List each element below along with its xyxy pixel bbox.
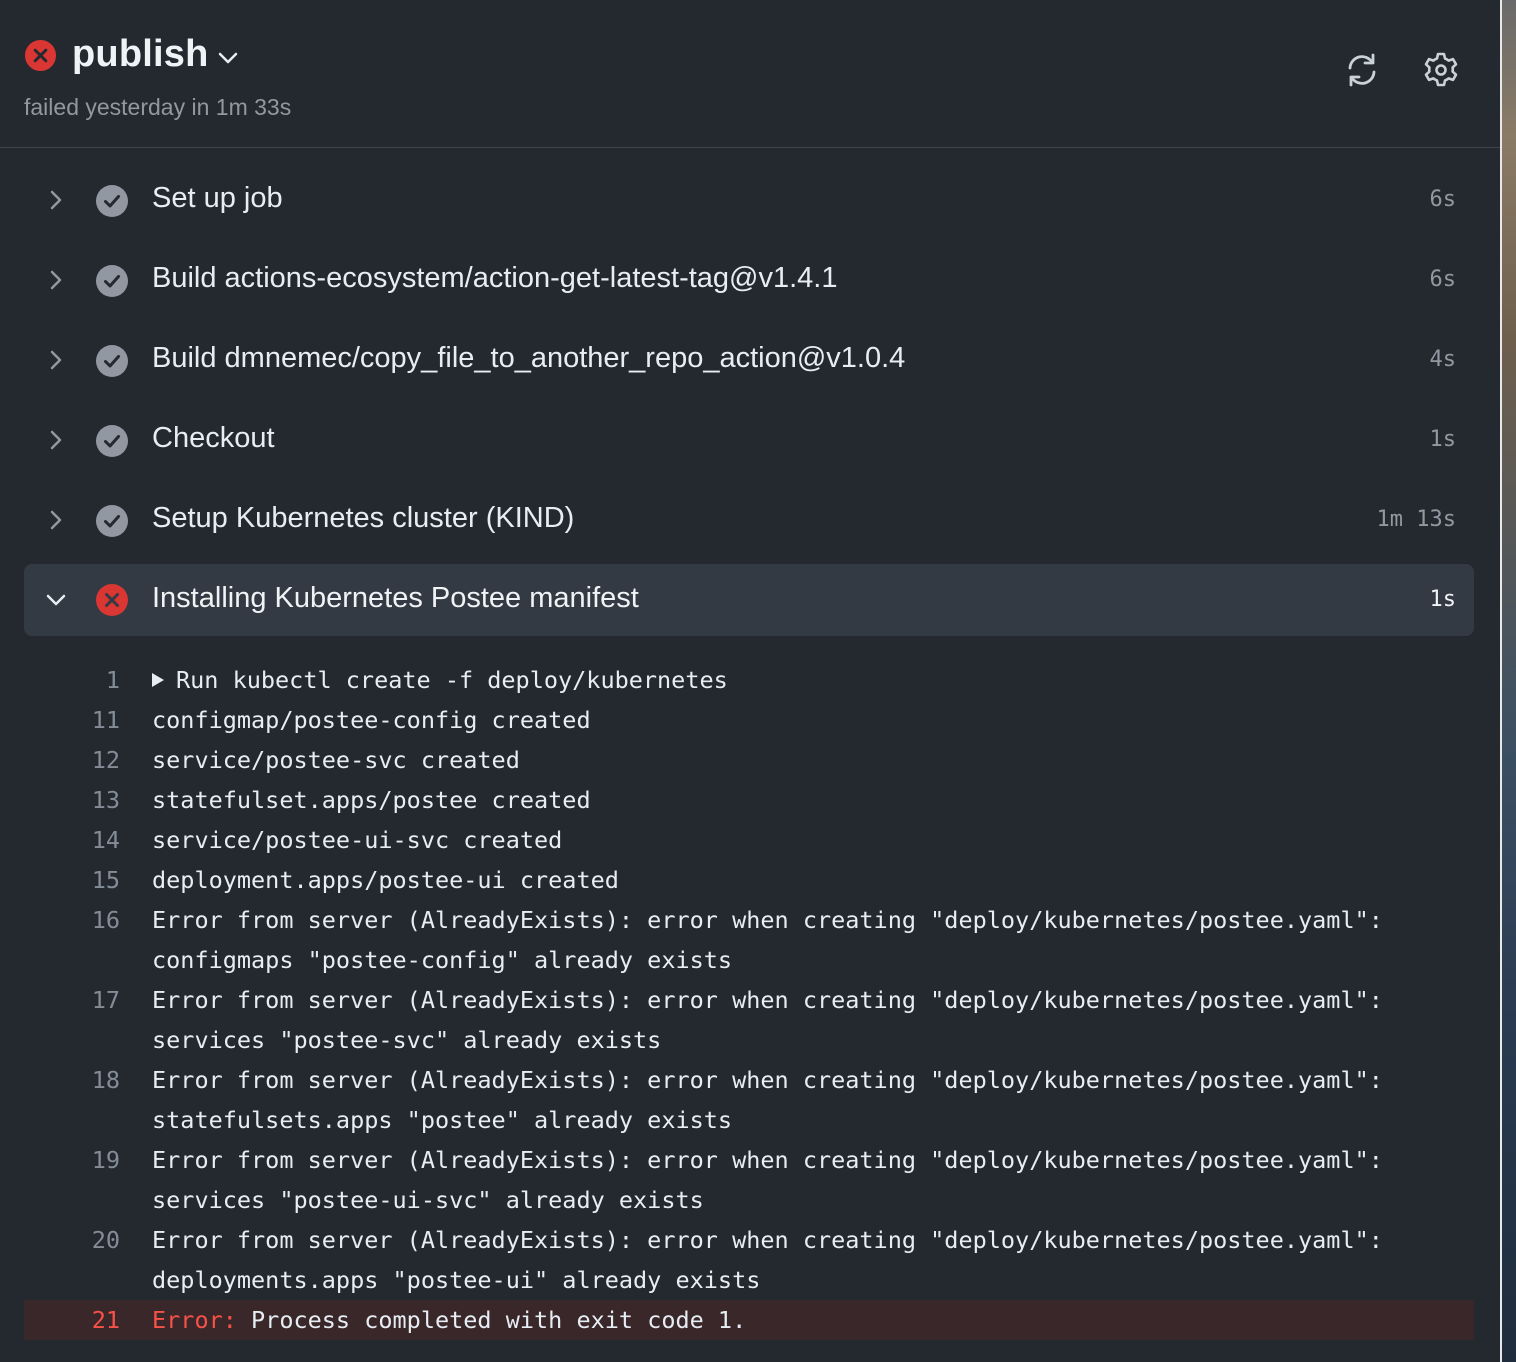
line-number[interactable]: 13 — [24, 780, 120, 820]
line-number[interactable]: 19 — [24, 1140, 120, 1220]
line-number[interactable]: 11 — [24, 700, 120, 740]
log-line-error: 21 Error: Process completed with exit co… — [24, 1300, 1474, 1340]
log-line: 12 service/postee-svc created — [24, 740, 1474, 780]
failed-status-icon — [96, 584, 128, 616]
step-name: Build actions-ecosystem/action-get-lates… — [152, 262, 838, 294]
log-text: service/postee-ui-svc created — [152, 826, 563, 854]
log-line: 14 service/postee-ui-svc created — [24, 820, 1474, 860]
step-name: Set up job — [152, 182, 283, 214]
step-duration: 1m 13s — [1376, 507, 1456, 532]
error-message: Process completed with exit code 1. — [236, 1306, 747, 1334]
log-output: 1 Run kubectl create -f deploy/kubernete… — [24, 660, 1474, 1340]
log-line: 13 statefulset.apps/postee created — [24, 780, 1474, 820]
chevron-down-icon[interactable] — [216, 46, 240, 70]
step-name: Checkout — [152, 422, 275, 454]
line-number[interactable]: 12 — [24, 740, 120, 780]
line-number[interactable]: 15 — [24, 860, 120, 900]
log-text: Error from server (AlreadyExists): error… — [152, 1146, 1383, 1214]
log-text: configmap/postee-config created — [152, 706, 591, 734]
log-text: statefulset.apps/postee created — [152, 786, 591, 814]
step-row-expanded[interactable]: Installing Kubernetes Postee manifest 1s — [24, 564, 1474, 636]
expand-triangle-icon[interactable] — [152, 672, 164, 687]
step-duration: 1s — [1429, 587, 1457, 612]
log-text: Error from server (AlreadyExists): error… — [152, 1066, 1383, 1134]
chevron-down-icon[interactable] — [44, 588, 68, 612]
step-duration: 6s — [1429, 187, 1457, 212]
step-row[interactable]: Checkout 1s — [24, 400, 1474, 480]
step-row[interactable]: Build dmnemec/copy_file_to_another_repo_… — [24, 320, 1474, 400]
refresh-button[interactable] — [1342, 50, 1382, 90]
job-status-text: failed yesterday in 1m 33s — [24, 94, 292, 120]
log-line: 20 Error from server (AlreadyExists): er… — [24, 1220, 1474, 1300]
steps-list: Set up job 6s Build actions-ecosystem/ac… — [24, 160, 1474, 636]
chevron-right-icon[interactable] — [44, 508, 68, 532]
error-label: Error: — [152, 1306, 237, 1334]
log-line: 17 Error from server (AlreadyExists): er… — [24, 980, 1474, 1060]
step-name: Build dmnemec/copy_file_to_another_repo_… — [152, 342, 906, 374]
step-duration: 4s — [1429, 347, 1457, 372]
line-number[interactable]: 18 — [24, 1060, 120, 1140]
settings-button[interactable] — [1421, 50, 1461, 90]
log-text: Error from server (AlreadyExists): error… — [152, 906, 1383, 974]
job-title[interactable]: publish — [72, 33, 209, 76]
log-line[interactable]: 1 Run kubectl create -f deploy/kubernete… — [24, 660, 1474, 700]
chevron-right-icon[interactable] — [44, 268, 68, 292]
line-number[interactable]: 1 — [24, 660, 120, 700]
log-text: deployment.apps/postee-ui created — [152, 866, 619, 894]
log-text: Error: Process completed with exit code … — [152, 1300, 1462, 1340]
step-row[interactable]: Setup Kubernetes cluster (KIND) 1m 13s — [24, 480, 1474, 560]
log-text: Error from server (AlreadyExists): error… — [152, 1226, 1383, 1294]
line-number[interactable]: 14 — [24, 820, 120, 860]
step-duration: 6s — [1429, 267, 1457, 292]
workflow-job-page: publish failed yesterday in 1m 33s Set u… — [0, 0, 1516, 1362]
log-line: 15 deployment.apps/postee-ui created — [24, 860, 1474, 900]
job-header: publish failed yesterday in 1m 33s — [0, 0, 1500, 148]
step-name: Installing Kubernetes Postee manifest — [152, 582, 639, 614]
check-circle-icon — [96, 505, 128, 537]
log-text: service/postee-svc created — [152, 746, 520, 774]
log-line: 11 configmap/postee-config created — [24, 700, 1474, 740]
chevron-right-icon[interactable] — [44, 188, 68, 212]
line-number[interactable]: 17 — [24, 980, 120, 1060]
log-run-command: Run kubectl create -f deploy/kubernetes — [176, 666, 728, 694]
step-duration: 1s — [1429, 427, 1457, 452]
log-line: 18 Error from server (AlreadyExists): er… — [24, 1060, 1474, 1140]
check-circle-icon — [96, 185, 128, 217]
check-circle-icon — [96, 345, 128, 377]
chevron-right-icon[interactable] — [44, 348, 68, 372]
check-circle-icon — [96, 265, 128, 297]
step-row[interactable]: Build actions-ecosystem/action-get-lates… — [24, 240, 1474, 320]
step-name: Setup Kubernetes cluster (KIND) — [152, 502, 575, 534]
log-line: 19 Error from server (AlreadyExists): er… — [24, 1140, 1474, 1220]
log-text[interactable]: Run kubectl create -f deploy/kubernetes — [152, 660, 1462, 700]
desktop-background — [1502, 0, 1516, 1362]
log-line: 16 Error from server (AlreadyExists): er… — [24, 900, 1474, 980]
line-number[interactable]: 16 — [24, 900, 120, 980]
step-row[interactable]: Set up job 6s — [24, 160, 1474, 240]
line-number[interactable]: 20 — [24, 1220, 120, 1300]
line-number[interactable]: 21 — [24, 1300, 120, 1340]
check-circle-icon — [96, 425, 128, 457]
failed-status-icon — [24, 39, 57, 72]
refresh-icon — [1348, 53, 1376, 87]
gear-icon — [1424, 52, 1458, 87]
chevron-right-icon[interactable] — [44, 428, 68, 452]
log-text: Error from server (AlreadyExists): error… — [152, 986, 1383, 1054]
